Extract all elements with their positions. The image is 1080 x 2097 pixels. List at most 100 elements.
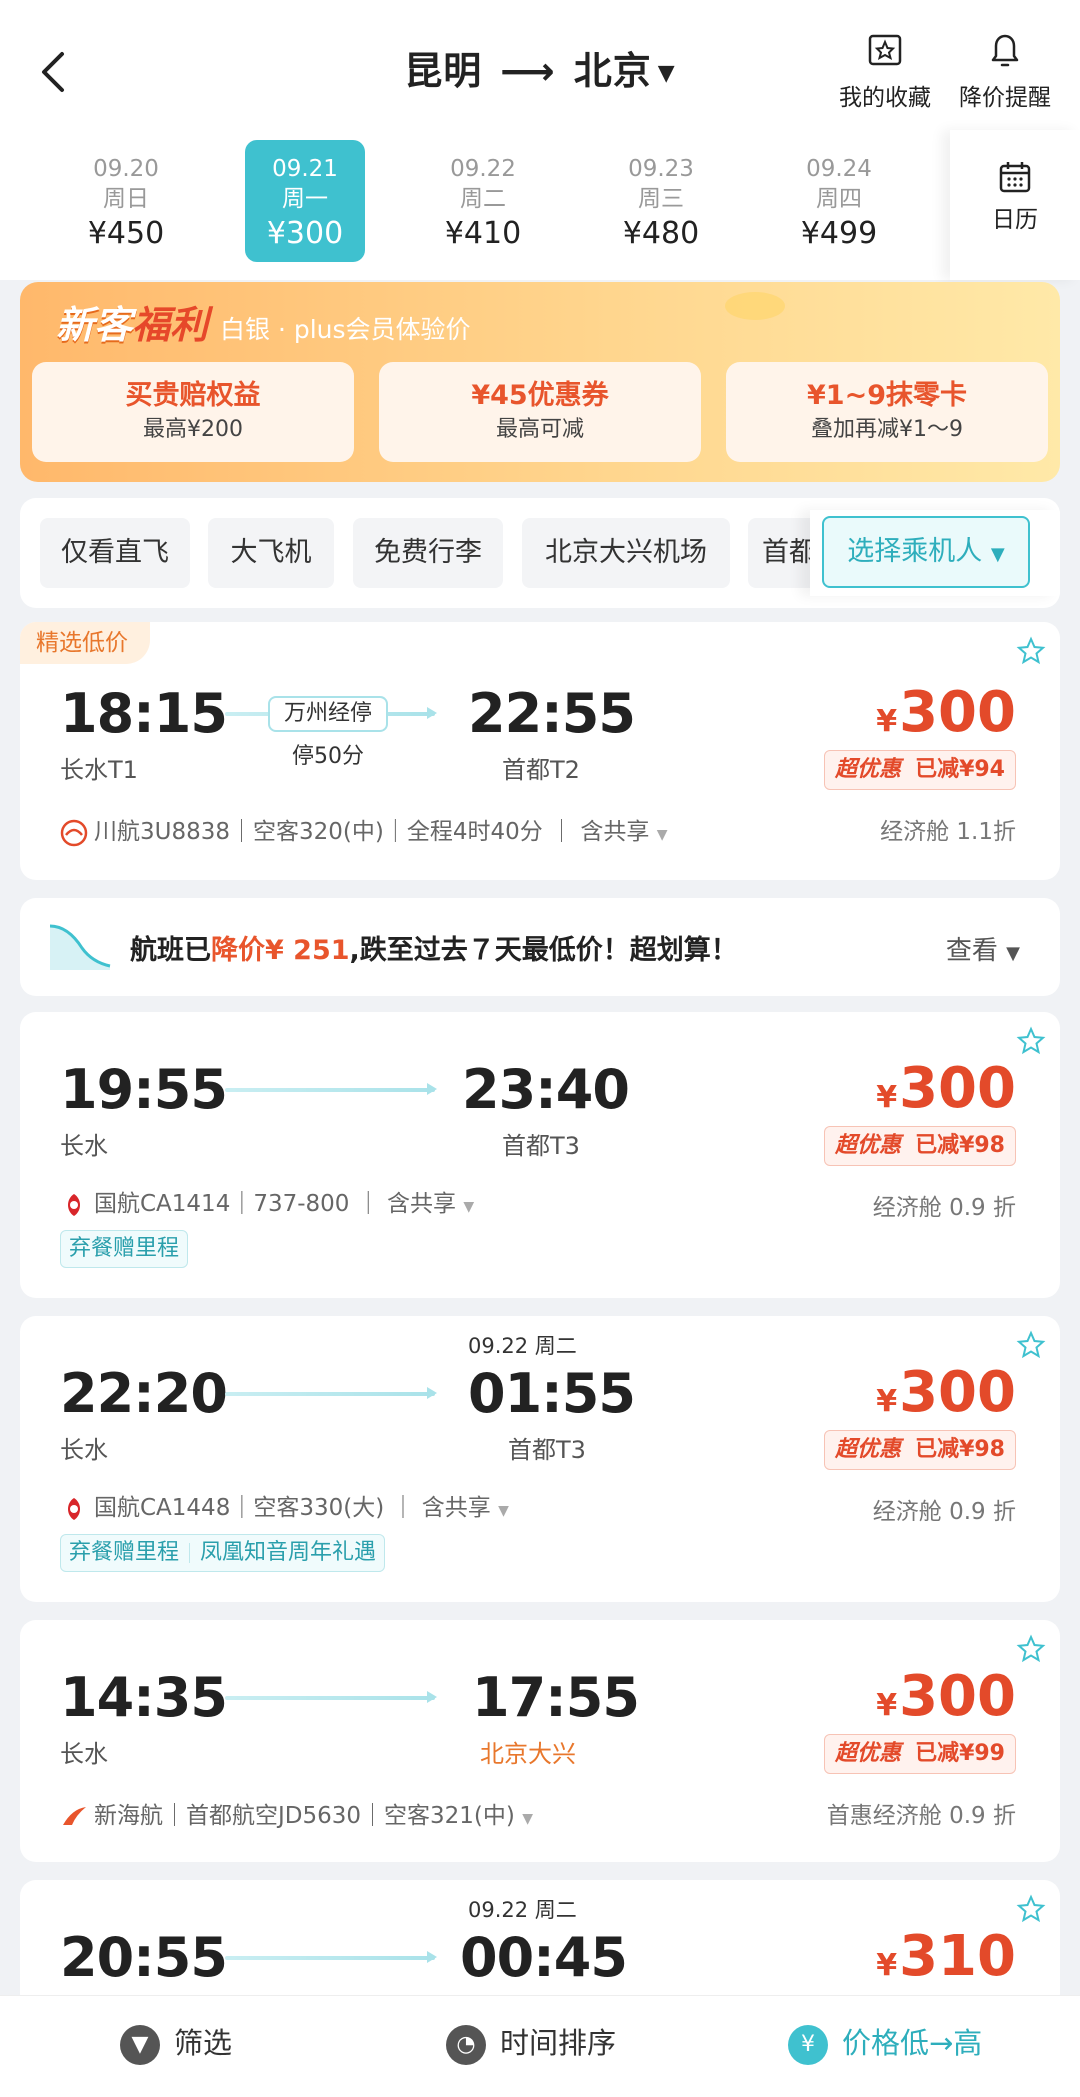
chevron-down-icon[interactable]: ▼ xyxy=(463,1199,474,1215)
next-day-date: 09.22 周二 xyxy=(468,1898,577,1922)
airline-detail: 川航3U8838｜空客320(中)｜全程4时40分 ｜ 含共享 xyxy=(94,819,650,845)
favorites-button[interactable]: 我的收藏 xyxy=(830,30,940,112)
coupon-card[interactable]: ¥1~9抹零卡 叠加再减¥1～9 xyxy=(726,362,1048,462)
flight-card[interactable]: 14:35 长水 17:55 北京大兴 ¥300 超优惠 已减¥99 新海航｜首都… xyxy=(20,1620,1060,1862)
departure-airport: 长水 xyxy=(60,1740,108,1768)
coupon-sub: 叠加再减¥1～9 xyxy=(811,417,963,442)
chevron-down-icon: ▼ xyxy=(1006,943,1020,964)
departure-airport: 长水 xyxy=(60,1132,108,1160)
coin-icon xyxy=(725,292,785,320)
weekday-label: 周一 xyxy=(282,186,328,212)
flight-route-line xyxy=(225,1691,437,1703)
chevron-down-icon: ▼ xyxy=(990,544,1005,565)
perk-label: 弃餐赠里程 xyxy=(69,1236,180,1261)
origin-city: 昆明 xyxy=(404,49,483,93)
star-icon[interactable] xyxy=(1016,1330,1046,1360)
filter-button[interactable]: ▼ 筛选 xyxy=(120,2020,232,2065)
airline-info: 川航3U8838｜空客320(中)｜全程4时40分 ｜ 含共享 ▼ xyxy=(60,812,667,847)
price-value: 300 xyxy=(899,1360,1016,1425)
bell-icon xyxy=(991,34,1019,67)
filter-label: 筛选 xyxy=(174,2026,233,2060)
arrival-airport: 首都T2 xyxy=(502,756,580,784)
star-icon[interactable] xyxy=(1016,636,1046,666)
date-option-selected[interactable]: 09.21 周一 ¥300 xyxy=(245,140,365,262)
chevron-down-icon[interactable]: ▼ xyxy=(657,827,668,843)
favorites-label: 我的收藏 xyxy=(839,85,931,111)
date-option[interactable]: 09.23 周三 ¥480 xyxy=(601,140,721,262)
cabin-discount: 首惠经济舱 0.9 折 xyxy=(826,1803,1016,1829)
flight-card[interactable]: 09.22 周二 22:20 长水 01:55 首都T3 ¥300 超优惠 已减¥… xyxy=(20,1316,1060,1602)
date-option[interactable]: 09.20 周日 ¥450 xyxy=(66,140,186,262)
coupon-card[interactable]: 买贵赔权益 最高¥200 xyxy=(32,362,354,462)
date-selector: 09.20 周日 ¥450 09.21 周一 ¥300 09.22 周二 ¥41… xyxy=(0,130,1080,280)
arrival-time: 17:55 xyxy=(472,1666,640,1729)
yen-symbol: ¥ xyxy=(876,1384,898,1419)
cabin-discount: 经济舱 0.9 折 xyxy=(872,1499,1016,1525)
discount-badge: 超优惠 已减¥94 xyxy=(824,750,1016,790)
filter-chip-daxing[interactable]: 北京大兴机场 xyxy=(522,518,730,588)
trend-down-icon xyxy=(49,924,111,970)
departure-airport: 长水T1 xyxy=(60,756,138,784)
airline-detail: 国航CA1414｜737-800 ｜ 含共享 xyxy=(94,1191,457,1217)
flight-card[interactable]: 09.22 周二 20:55 00:45 ¥310 xyxy=(20,1880,1060,2010)
price-drop-notice[interactable]: 航班已降价¥ 251,跌至过去７天最低价！超划算！ 查看 ▼ xyxy=(20,898,1060,996)
notice-highlight: 降价¥ 251 xyxy=(211,935,350,966)
star-icon[interactable] xyxy=(1016,1894,1046,1924)
date-option[interactable]: 09.22 周二 ¥410 xyxy=(423,140,543,262)
star-icon[interactable] xyxy=(1016,1026,1046,1056)
calendar-button[interactable]: 日历 xyxy=(950,130,1080,280)
top-header: 昆明 ⟶ 北京 ▼ 我的收藏 降价提醒 xyxy=(0,0,1080,130)
date-label: 09.23 xyxy=(628,156,694,182)
coupon-card[interactable]: ¥45优惠券 最高可减 xyxy=(379,362,701,462)
yen-symbol: ¥ xyxy=(876,1688,898,1723)
date-option[interactable]: 09.24 周四 ¥499 xyxy=(779,140,899,262)
departure-time: 19:55 xyxy=(60,1058,228,1121)
view-button[interactable]: 查看 ▼ xyxy=(946,930,1020,967)
stopover-duration: 停50分 xyxy=(292,744,364,769)
weekday-label: 周四 xyxy=(816,186,862,212)
arrival-airport: 北京大兴 xyxy=(480,1740,576,1768)
filter-chip-big-plane[interactable]: 大飞机 xyxy=(208,518,334,588)
chevron-down-icon[interactable]: ▼ xyxy=(498,1503,509,1519)
chevron-down-icon: ▼ xyxy=(657,61,676,86)
yen-symbol: ¥ xyxy=(876,1948,898,1983)
arrival-airport: 首都T3 xyxy=(502,1132,580,1160)
airline-info: 国航CA1448｜空客330(大) ｜ 含共享 ▼ xyxy=(60,1488,509,1523)
promo-title-b: 福利 xyxy=(132,303,209,347)
badge-super-deal: 超优惠 xyxy=(835,1133,902,1158)
chevron-down-icon[interactable]: ▼ xyxy=(522,1811,533,1827)
price-sort-button[interactable]: ¥ 价格低→高 xyxy=(788,2020,982,2065)
departure-time: 14:35 xyxy=(60,1666,228,1729)
discount-badge: 超优惠 已减¥99 xyxy=(824,1734,1016,1774)
departure-time: 18:15 xyxy=(60,682,228,745)
perk-label: 凤凰知音周年礼遇 xyxy=(200,1540,377,1565)
star-icon[interactable] xyxy=(1016,1634,1046,1664)
divider xyxy=(189,1543,191,1563)
airline-detail: 新海航｜首都航空JD5630｜空客321(中) xyxy=(94,1803,515,1829)
filter-chip-direct[interactable]: 仅看直飞 xyxy=(40,518,190,588)
cabin-discount: 经济舱 0.9 折 xyxy=(872,1195,1016,1221)
flight-price: ¥300 xyxy=(876,1360,1016,1425)
time-sort-button[interactable]: ◔ 时间排序 xyxy=(446,2020,616,2065)
bottom-action-bar: ▼ 筛选 ◔ 时间排序 ¥ 价格低→高 xyxy=(0,1995,1080,2097)
coupon-sub: 最高¥200 xyxy=(143,417,243,442)
filter-chip-free-baggage[interactable]: 免费行李 xyxy=(353,518,503,588)
arrival-airport: 首都T3 xyxy=(508,1436,586,1464)
price-value: 300 xyxy=(899,680,1016,745)
funnel-icon: ▼ xyxy=(120,2025,160,2065)
price-alert-button[interactable]: 降价提醒 xyxy=(950,30,1060,112)
date-price: ¥300 xyxy=(266,216,344,251)
new-user-promo-banner[interactable]: 新客福利 白银 · plus会员体验价 买贵赔权益 最高¥200 ¥45优惠券 … xyxy=(20,282,1060,482)
arrival-time: 23:40 xyxy=(462,1058,630,1121)
date-label: 09.21 xyxy=(272,156,338,182)
flight-card[interactable]: 精选低价 18:15 长水T1 万州经停 停50分 22:55 首都T2 ¥30… xyxy=(20,622,1060,880)
badge-super-deal: 超优惠 xyxy=(835,1437,902,1462)
promo-title-a: 新客 xyxy=(56,303,133,347)
flight-card[interactable]: 19:55 长水 23:40 首都T3 ¥300 超优惠 已减¥98 国航CA14… xyxy=(20,1012,1060,1298)
air-china-logo-icon xyxy=(68,1193,80,1216)
badge-reduced: 已减¥98 xyxy=(915,1133,1005,1158)
price-value: 310 xyxy=(899,1924,1016,1989)
calendar-icon xyxy=(999,162,1031,193)
select-passenger-button[interactable]: 选择乘机人 ▼ xyxy=(822,516,1030,588)
date-price: ¥450 xyxy=(87,216,165,251)
